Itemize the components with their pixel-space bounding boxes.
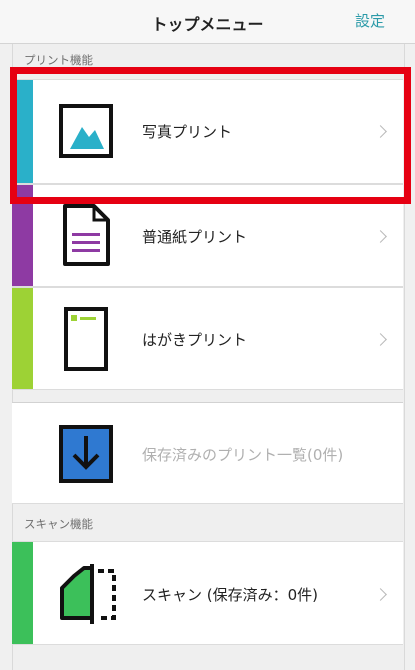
color-stripe [12,80,33,183]
menu-item-postcard-print[interactable]: はがきプリント [12,287,403,390]
page-title: トップメニュー [151,15,264,34]
color-stripe [12,288,33,389]
color-stripe [12,185,33,286]
menu-item-label: スキャン (保存済み：0件) [142,586,319,604]
scan-page-icon [60,564,116,624]
section-header-print: プリント機能 [24,53,93,67]
color-stripe [12,542,33,644]
menu-item-label: 写真プリント [142,123,233,141]
chevron-right-icon [374,333,387,346]
menu-item-document-print[interactable]: 普通紙プリント [12,184,403,287]
menu-item-photo-print[interactable]: 写真プリント [12,79,403,184]
postcard-icon [64,307,108,371]
chevron-right-icon [374,125,387,138]
settings-button[interactable]: 設定 [355,10,385,31]
menu-item-scan[interactable]: スキャン (保存済み：0件) [12,541,403,645]
menu-item-label: 保存済みのプリント一覧(0件) [142,446,344,464]
document-icon [63,204,110,266]
chevron-right-icon [374,588,387,601]
section-header-scan: スキャン機能 [24,517,93,531]
menu-item-saved-prints: 保存済みのプリント一覧(0件) [12,402,403,504]
download-icon [59,425,113,483]
navigation-bar: トップメニュー 設定 [0,0,415,44]
chevron-right-icon [374,230,387,243]
menu-item-label: はがきプリント [142,331,248,349]
menu-item-label: 普通紙プリント [142,228,248,246]
photo-mountain-icon [59,104,113,158]
